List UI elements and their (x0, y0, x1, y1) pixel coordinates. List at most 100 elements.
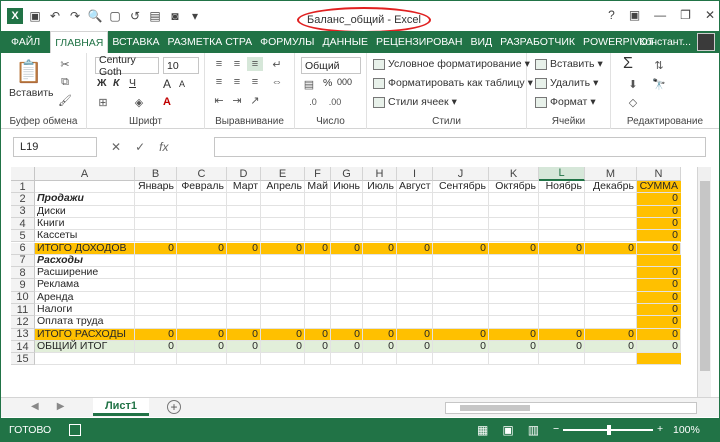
column-header-b[interactable]: B (135, 167, 177, 181)
tab-insert[interactable]: ВСТАВКА (108, 31, 163, 53)
cell-k7[interactable] (489, 254, 539, 268)
cell-i7[interactable] (397, 254, 433, 268)
row-header-14[interactable]: 14 (11, 341, 35, 354)
cell-i9[interactable] (397, 279, 433, 292)
sort-filter-icon[interactable]: ⇅ (651, 58, 667, 72)
cell-l8[interactable] (539, 267, 585, 280)
cell-f4[interactable] (305, 217, 331, 231)
cell-i3[interactable] (397, 205, 433, 218)
cell-m3[interactable] (585, 205, 637, 218)
cell-f2[interactable] (305, 193, 331, 206)
number-format-select[interactable]: Общий (301, 57, 361, 74)
cell-l15[interactable] (539, 353, 585, 366)
row-header-7[interactable]: 7 (11, 254, 35, 268)
cell-i8[interactable] (397, 267, 433, 280)
cell-c15[interactable] (177, 353, 227, 366)
cell-k11[interactable] (489, 304, 539, 317)
cell-k6[interactable]: 0 (489, 242, 539, 255)
cell-e15[interactable] (261, 353, 305, 366)
vertical-scrollbar[interactable] (697, 167, 711, 397)
grow-font-button[interactable]: A (163, 77, 171, 91)
cell-f7[interactable] (305, 254, 331, 268)
cell-d1[interactable]: Март (227, 180, 261, 194)
cell-d11[interactable] (227, 304, 261, 317)
cell-j5[interactable] (433, 230, 489, 243)
column-header-f[interactable]: F (305, 167, 331, 181)
normal-view-icon[interactable]: ▦ (477, 423, 488, 437)
cell-b11[interactable] (135, 304, 177, 317)
cell-f15[interactable] (305, 353, 331, 366)
align-bottom-icon[interactable]: ≡ (247, 57, 263, 71)
cell-a6[interactable]: ИТОГО ДОХОДОВ (35, 242, 135, 255)
cell-h5[interactable] (363, 230, 397, 243)
cell-d5[interactable] (227, 230, 261, 243)
cell-f3[interactable] (305, 205, 331, 218)
zoom-in-button[interactable]: + (657, 423, 663, 435)
cell-i10[interactable] (397, 291, 433, 304)
align-middle-icon[interactable]: ≡ (229, 57, 245, 71)
cell-g3[interactable] (331, 205, 363, 218)
cell-f11[interactable] (305, 304, 331, 317)
column-header-c[interactable]: C (177, 167, 227, 181)
cell-h6[interactable]: 0 (363, 242, 397, 255)
close-button[interactable]: ✕ (705, 8, 715, 22)
cell-f6[interactable]: 0 (305, 242, 331, 255)
column-header-m[interactable]: M (585, 167, 637, 181)
clear-icon[interactable]: ◇ (625, 95, 641, 109)
cell-h8[interactable] (363, 267, 397, 280)
cell-k10[interactable] (489, 291, 539, 304)
cell-b3[interactable] (135, 205, 177, 218)
delete-cells-button[interactable]: Удалить ▾ (535, 77, 598, 89)
cell-h3[interactable] (363, 205, 397, 218)
cell-h1[interactable]: Июль (363, 180, 397, 194)
cell-j4[interactable] (433, 217, 489, 231)
conditional-formatting-button[interactable]: Условное форматирование ▾ (373, 58, 530, 70)
cell-l6[interactable]: 0 (539, 242, 585, 255)
new-file-icon[interactable]: ▢ (107, 8, 123, 24)
align-right-icon[interactable]: ≡ (247, 75, 263, 89)
cell-g11[interactable] (331, 304, 363, 317)
sheet-tab-list1[interactable]: Лист1 (93, 398, 149, 416)
tab-file[interactable]: ФАЙЛ (1, 31, 50, 53)
cell-j15[interactable] (433, 353, 489, 366)
underline-button[interactable]: Ч (129, 77, 136, 89)
cell-n14[interactable]: 0 (637, 340, 681, 354)
column-header-j[interactable]: J (433, 167, 489, 181)
cell-f9[interactable] (305, 279, 331, 292)
cell-m2[interactable] (585, 193, 637, 206)
cell-e5[interactable] (261, 230, 305, 243)
percent-button[interactable]: % (323, 77, 332, 89)
cell-k5[interactable] (489, 230, 539, 243)
cell-a14[interactable]: ОБЩИЙ ИТОГ (35, 340, 135, 354)
cell-g2[interactable] (331, 193, 363, 206)
cell-g4[interactable] (331, 217, 363, 231)
tab-view[interactable]: ВИД (466, 31, 496, 53)
cell-e3[interactable] (261, 205, 305, 218)
format-cells-button[interactable]: Формат ▾ (535, 96, 596, 108)
cell-m10[interactable] (585, 291, 637, 304)
restore-button[interactable]: ❐ (680, 8, 691, 22)
next-sheet-icon[interactable]: ▶ (57, 401, 65, 412)
cell-i4[interactable] (397, 217, 433, 231)
customize-qat-icon[interactable]: ▾ (187, 8, 203, 24)
cell-b15[interactable] (135, 353, 177, 366)
cell-l10[interactable] (539, 291, 585, 304)
copy-icon[interactable]: ⧉ (57, 75, 73, 89)
formula-input[interactable] (214, 137, 706, 157)
cell-e11[interactable] (261, 304, 305, 317)
cell-styles-button[interactable]: Стили ячеек ▾ (373, 96, 457, 108)
cell-g12[interactable] (331, 316, 363, 329)
cell-l11[interactable] (539, 304, 585, 317)
insert-function-icon[interactable]: fx (159, 140, 168, 154)
column-header-e[interactable]: E (261, 167, 305, 181)
cell-f8[interactable] (305, 267, 331, 280)
cell-d4[interactable] (227, 217, 261, 231)
merge-icon[interactable]: ⇔ (269, 75, 285, 89)
cut-icon[interactable]: ✂ (57, 57, 73, 71)
cell-h15[interactable] (363, 353, 397, 366)
font-size-select[interactable]: 10 (163, 57, 199, 74)
cell-d10[interactable] (227, 291, 261, 304)
paste-button[interactable]: Вставить (9, 87, 54, 99)
decrease-indent-icon[interactable]: ⇤ (211, 93, 227, 107)
find-select-icon[interactable]: 🔭 (651, 77, 667, 91)
